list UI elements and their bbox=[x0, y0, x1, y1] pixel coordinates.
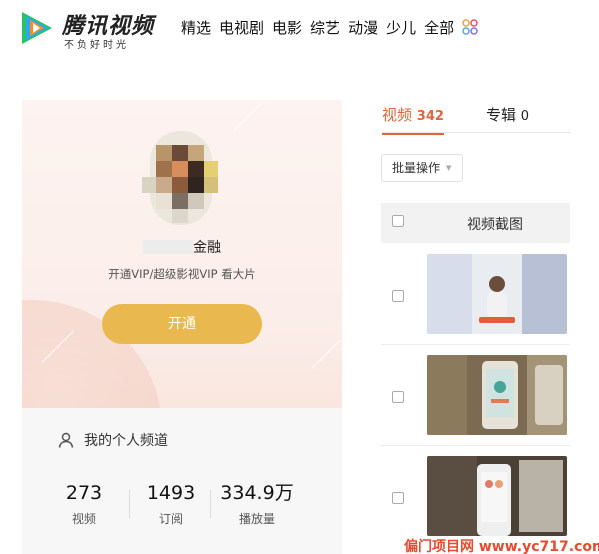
brand-slogan: 不负好时光 bbox=[64, 40, 129, 51]
nav-item-movies[interactable]: 电影 bbox=[272, 17, 302, 38]
thumbnail-image bbox=[427, 456, 567, 536]
stat-videos-value: 273 bbox=[65, 482, 103, 504]
row-checkbox[interactable] bbox=[392, 290, 404, 302]
profile-stats: 273 视频 1493 订阅 334.9万 播放量 bbox=[22, 482, 342, 532]
stat-divider bbox=[129, 490, 130, 518]
stat-subscriptions[interactable]: 1493 订阅 bbox=[144, 482, 198, 527]
content-tabs: 视频 342 专辑 0 bbox=[382, 104, 529, 135]
nav-item-kids[interactable]: 少儿 bbox=[386, 17, 416, 38]
vip-promo-text: 开通VIP/超级影视VIP 看大片 bbox=[108, 267, 256, 281]
batch-operation-dropdown[interactable]: 批量操作 ▼ bbox=[381, 154, 463, 182]
video-table-header: 视频截图 bbox=[381, 203, 570, 243]
stat-plays-label: 播放量 bbox=[238, 512, 275, 526]
tab-albums-label: 专辑 bbox=[485, 106, 516, 124]
table-row bbox=[381, 354, 570, 436]
banner-line-3 bbox=[311, 339, 341, 369]
video-thumbnail[interactable] bbox=[427, 456, 567, 536]
row-checkbox[interactable] bbox=[392, 492, 404, 504]
tab-albums-count: 0 bbox=[520, 109, 530, 124]
batch-operation-label: 批量操作 bbox=[392, 161, 441, 175]
stat-plays[interactable]: 334.9万 播放量 bbox=[216, 482, 298, 527]
table-row bbox=[381, 253, 570, 335]
row-divider bbox=[381, 445, 570, 446]
nav-item-tv-series[interactable]: 电视剧 bbox=[219, 17, 264, 38]
nav-item-variety[interactable]: 综艺 bbox=[310, 17, 340, 38]
stat-videos-label: 视频 bbox=[71, 512, 96, 526]
nav-item-all[interactable]: 全部 bbox=[424, 17, 454, 38]
user-icon bbox=[58, 432, 74, 448]
video-thumbnail[interactable] bbox=[427, 355, 567, 435]
avatar[interactable] bbox=[140, 131, 224, 225]
tab-videos[interactable]: 视频 342 bbox=[382, 104, 444, 135]
main-nav: 精选 电视剧 电影 综艺 动漫 少儿 全部 bbox=[181, 17, 478, 38]
tab-videos-label: 视频 bbox=[382, 106, 413, 124]
video-thumbnail[interactable] bbox=[427, 254, 567, 334]
tab-videos-count: 342 bbox=[416, 109, 444, 124]
stat-subscriptions-value: 1493 bbox=[146, 482, 196, 504]
nav-item-anime[interactable]: 动漫 bbox=[348, 17, 378, 38]
profile-card: 金融 开通VIP/超级影视VIP 看大片 开通 我的个人频道 273 视频 14… bbox=[22, 100, 342, 554]
site-watermark: 偏门项目网 www.yc717.com bbox=[404, 539, 599, 554]
play-logo-icon bbox=[22, 12, 52, 44]
tab-albums[interactable]: 专辑 0 bbox=[486, 104, 529, 135]
banner-line-1 bbox=[233, 101, 263, 131]
open-vip-button[interactable]: 开通 bbox=[102, 304, 262, 344]
row-divider bbox=[381, 344, 570, 345]
tabs-divider bbox=[382, 132, 570, 133]
thumbnail-image bbox=[427, 355, 567, 435]
chevron-down-icon: ▼ bbox=[446, 164, 452, 172]
username: 金融 bbox=[22, 237, 342, 257]
all-categories-icon[interactable] bbox=[462, 19, 478, 35]
stat-divider bbox=[210, 490, 211, 518]
my-channel-label: 我的个人频道 bbox=[84, 433, 168, 449]
username-text: 金融 bbox=[193, 240, 221, 256]
row-checkbox[interactable] bbox=[392, 391, 404, 403]
profile-card-banner: 金融 开通VIP/超级影视VIP 看大片 开通 bbox=[22, 100, 342, 408]
thumbnail-image bbox=[427, 254, 567, 334]
stat-videos[interactable]: 273 视频 bbox=[62, 482, 106, 527]
username-redacted bbox=[143, 240, 193, 254]
column-header-screenshot: 视频截图 bbox=[467, 217, 523, 233]
stat-subscriptions-label: 订阅 bbox=[158, 512, 183, 526]
nav-item-featured[interactable]: 精选 bbox=[181, 17, 211, 38]
stat-plays-value: 334.9万 bbox=[220, 482, 294, 504]
my-channel-link[interactable]: 我的个人频道 bbox=[58, 430, 168, 450]
table-row bbox=[381, 455, 570, 537]
select-all-checkbox[interactable] bbox=[392, 215, 404, 227]
